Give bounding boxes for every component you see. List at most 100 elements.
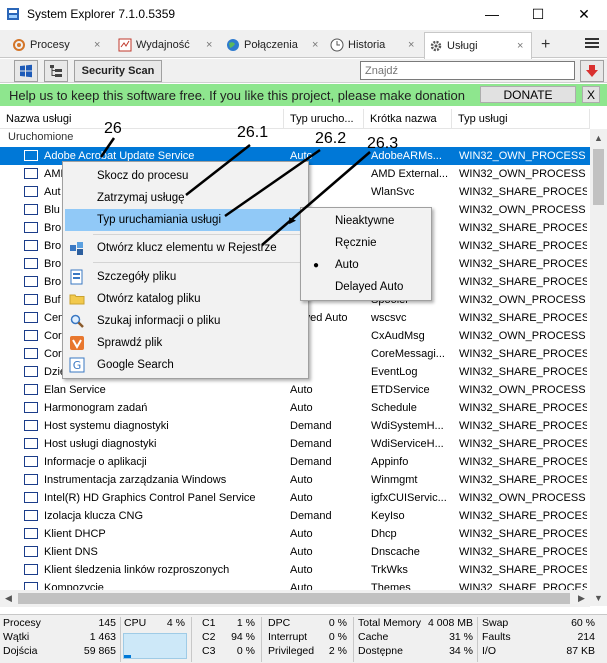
download-button[interactable] [580,60,604,82]
status-label: Interrupt [268,631,308,643]
service-type-cell: WIN32_OWN_PROCESS [459,384,586,396]
status-label: C2 [202,631,216,643]
security-scan-button[interactable]: Security Scan [74,60,162,82]
vertical-scrollbar[interactable]: ▲ ▼ [590,129,607,606]
scroll-down-icon[interactable]: ▼ [590,589,607,606]
submenu-item-auto[interactable]: ● Auto [303,254,431,276]
menu-item-google-search[interactable]: G Google Search [65,354,308,376]
status-value: 34 % [449,645,473,657]
table-row[interactable]: Klient DHCP Auto Dhcp WIN32_SHARE_PROCESS [0,525,590,543]
maximize-button[interactable]: ☐ [515,0,561,28]
column-header-start-type[interactable]: Typ urucho... [284,109,364,129]
minimize-button[interactable]: — [469,0,515,28]
service-type-cell: WIN32_SHARE_PROCESS [459,186,587,198]
menu-item-file-details[interactable]: Szczegóły pliku [65,266,308,288]
column-header: Nazwa usługi Typ urucho... Krótka nazwa … [0,109,590,129]
horizontal-scroll-thumb[interactable] [18,593,570,604]
start-type-cell: Auto [290,564,313,576]
menu-item-start-type[interactable]: Typ uruchamiania usługi ▶ [65,209,308,231]
service-name-cell: Harmonogram zadań [44,402,148,414]
service-name-cell: Izolacja klucza CNG [44,510,144,522]
status-panel-interrupts: DPC 0 % Interrupt 0 % Privileged 2 % [262,617,354,662]
service-icon [24,528,38,539]
tab-close-icon[interactable]: × [517,40,523,52]
service-icon [24,150,38,161]
submenu-item-delayed-auto[interactable]: Delayed Auto [303,276,431,298]
close-window-button[interactable]: ✕ [561,0,607,28]
tab-close-icon[interactable]: × [408,39,414,51]
status-value: 0 % [328,617,347,629]
service-type-cell: WIN32_SHARE_PROCESS [459,438,587,450]
add-tab-button[interactable]: + [541,36,550,54]
service-icon [24,510,38,521]
tab-close-icon[interactable]: × [94,39,100,51]
status-label: Wątki [3,631,30,643]
search-input[interactable] [360,61,575,80]
radio-bullet-icon: ● [313,259,320,271]
start-type-cell: Auto [290,492,313,504]
table-row[interactable]: Informacje o aplikacji Demand Appinfo WIN32… [0,453,590,471]
column-header-short-name[interactable]: Krótka nazwa [364,109,452,129]
service-type-cell: WIN32_SHARE_PROCESS [459,222,587,234]
menu-item-label: Otwórz katalog pliku [97,293,201,305]
donate-button[interactable]: DONATE [480,86,576,103]
tab-uslugi[interactable]: Usługi × [424,32,532,59]
scroll-left-icon[interactable]: ◀ [0,590,17,607]
status-value: 87 KB [566,645,595,657]
table-row[interactable]: Elan Service Auto ETDService WIN32_OWN_PROC… [0,381,590,399]
table-row[interactable]: Host usługi diagnostyki Demand WdiServiceH… [0,435,590,453]
service-name-cell: Intel(R) HD Graphics Control Panel Servi… [44,492,256,504]
menu-item-open-folder[interactable]: Otwórz katalog pliku [65,288,308,310]
annotation-label: 26 [104,120,122,137]
status-panel-memory: Total Memory 4 008 MB Cache 31 % Dostępn… [354,617,478,662]
tab-historia[interactable]: Historia × [326,32,420,58]
table-row[interactable]: Klient DNS Auto Dnscache WIN32_SHARE_PROCES… [0,543,590,561]
tab-polaczenia[interactable]: Połączenia × [222,32,322,58]
table-row[interactable]: Intel(R) HD Graphics Control Panel Servi… [0,489,590,507]
banner-close-button[interactable]: X [582,86,600,103]
table-row[interactable]: Klient śledzenia linków rozproszonych Aut… [0,561,590,579]
service-name-cell: Klient DHCP [44,528,106,540]
processes-icon [12,38,26,52]
search-icon [69,313,85,329]
tab-close-icon[interactable]: × [206,39,212,51]
table-row[interactable]: Instrumentacja zarządzania Windows Auto Wi… [0,471,590,489]
start-type-cell: Demand [290,456,332,468]
table-row[interactable]: Izolacja klucza CNG Demand KeyIso WIN32_SHA… [0,507,590,525]
scroll-thumb[interactable] [593,149,604,205]
app-icon [7,8,19,20]
scroll-right-icon[interactable]: ▶ [573,590,590,607]
short-name-cell: WlanSvc [371,186,415,198]
submenu-item-manual[interactable]: Ręcznie [303,232,431,254]
tab-procesy[interactable]: Procesy × [8,32,108,58]
google-icon: G [69,357,85,373]
menu-item-jump-to-process[interactable]: Skocz do procesu [65,165,308,187]
menu-item-stop-service[interactable]: Zatrzymaj usługę [65,187,308,209]
menu-item-check-file[interactable]: Sprawdź plik [65,332,308,354]
tab-label: Procesy [30,39,70,51]
table-row[interactable]: Harmonogram zadań Auto Schedule WIN32_SHARE… [0,399,590,417]
windows-logo-button[interactable] [14,60,38,82]
tab-wydajnosc[interactable]: Wydajność × [114,32,218,58]
hamburger-menu-icon[interactable] [585,36,599,50]
menu-item-open-registry[interactable]: Otwórz klucz elementu w Rejestrze [65,237,308,259]
status-label: Privileged [268,645,315,657]
service-type-cell: WIN32_OWN_PROCESS [459,150,586,162]
tree-view-button[interactable] [44,60,68,82]
horizontal-scrollbar[interactable]: ◀ ▶ [0,590,590,607]
start-type-cell: Auto [290,546,313,558]
submenu-item-disabled[interactable]: Nieaktywne [303,210,431,232]
tab-close-icon[interactable]: × [312,39,318,51]
context-menu: Skocz do procesu Zatrzymaj usługę Typ ur… [62,161,309,379]
status-value: 1 463 [89,631,116,643]
cpu-usage-fill [124,655,132,658]
short-name-cell: AMD External... [371,168,449,180]
service-icon [24,438,38,449]
globe-icon [226,38,240,52]
service-type-cell: WIN32_SHARE_PROCESS [459,312,587,324]
menu-item-search-file-info[interactable]: Szukaj informacji o pliku [65,310,308,332]
service-type-cell: WIN32_SHARE_PROCESS [459,258,587,270]
scroll-up-icon[interactable]: ▲ [590,129,607,146]
table-row[interactable]: Host systemu diagnostyki Demand WdiSystemH… [0,417,590,435]
column-header-service-type[interactable]: Typ usługi [452,109,590,129]
